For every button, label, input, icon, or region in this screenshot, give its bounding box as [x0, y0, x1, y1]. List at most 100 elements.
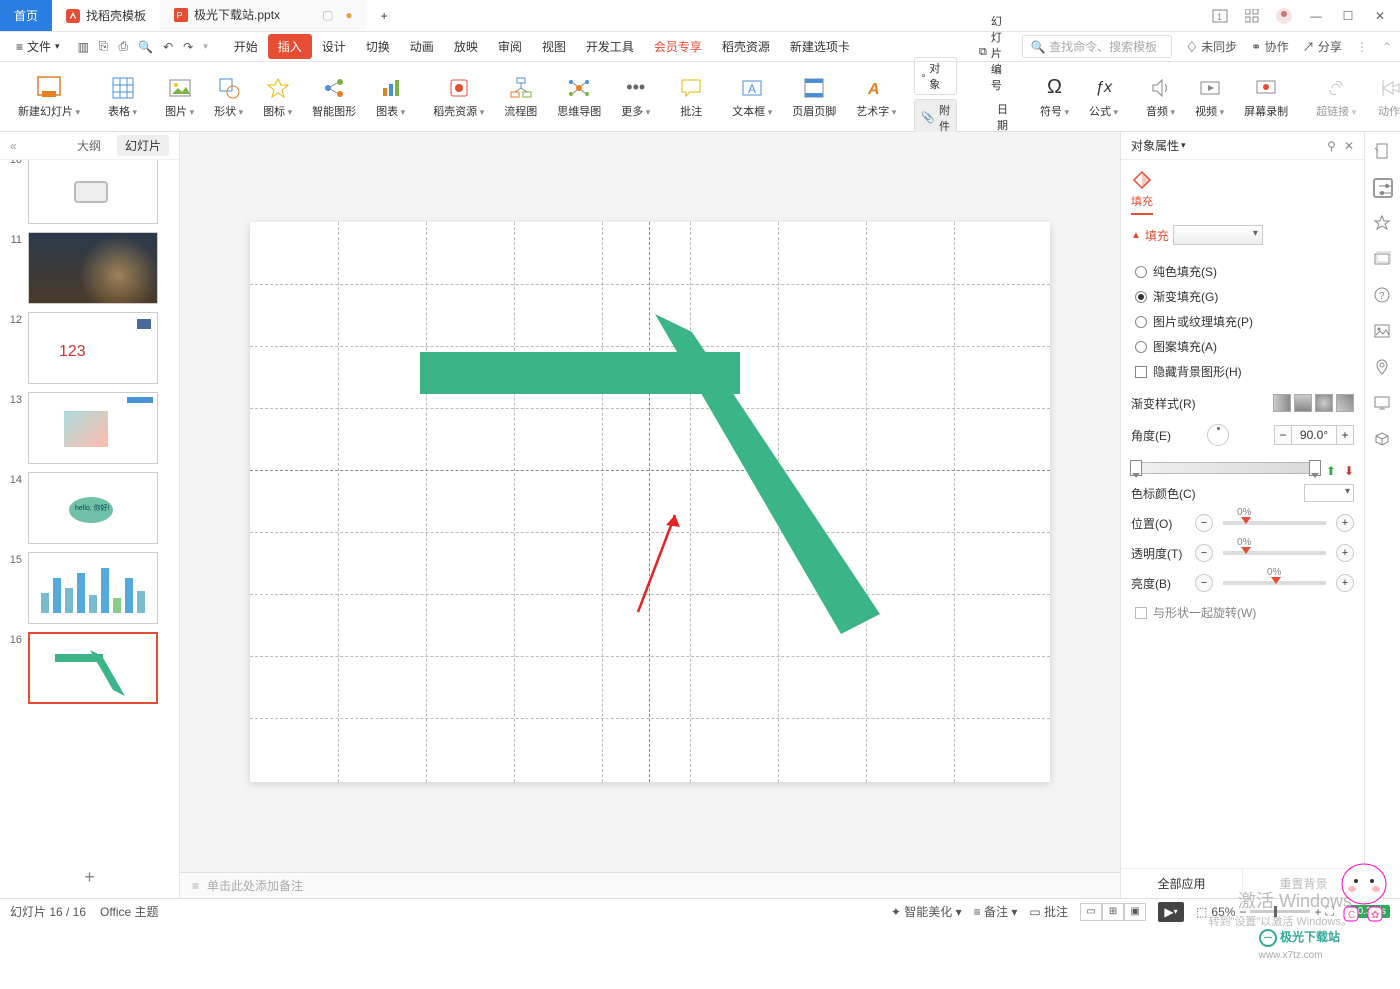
more-icon[interactable]: ⋮: [1356, 40, 1368, 54]
grad-radial[interactable]: [1315, 394, 1333, 412]
rib-action[interactable]: 动作: [1366, 66, 1400, 127]
layout-icon[interactable]: 1: [1210, 6, 1230, 26]
rail-properties-icon[interactable]: [1373, 178, 1393, 198]
thumbnail-list[interactable]: 10 11 12123 13 14hello, 你好! 15 16: [0, 160, 179, 857]
print-icon[interactable]: ⎙: [119, 39, 129, 54]
menu-tab-design[interactable]: 设计: [312, 34, 356, 59]
thumb-15[interactable]: 15: [6, 552, 179, 624]
gradient-style-swatches[interactable]: [1273, 394, 1354, 412]
rib-more[interactable]: •••更多: [611, 66, 660, 127]
view-reading[interactable]: ▣: [1124, 903, 1146, 921]
slides-tab[interactable]: 幻灯片: [117, 135, 169, 156]
redo-icon[interactable]: ↷: [183, 40, 193, 54]
notes-toggle[interactable]: ≡ 备注 ▾: [974, 903, 1018, 920]
tab-document[interactable]: P 极光下载站.pptx ▢ ●: [160, 0, 367, 31]
collapse-ribbon-icon[interactable]: ⌃: [1382, 40, 1392, 54]
rail-help-icon[interactable]: ?: [1373, 286, 1393, 306]
rail-image-icon[interactable]: [1373, 322, 1393, 342]
grad-stop-2[interactable]: [1309, 460, 1321, 476]
checkbox-hidebg[interactable]: 隐藏背景图形(H): [1131, 363, 1354, 380]
rail-3d-icon[interactable]: [1373, 430, 1393, 450]
save-as-icon[interactable]: ⎘: [99, 39, 109, 54]
menu-tab-animation[interactable]: 动画: [400, 34, 444, 59]
transparency-decrease[interactable]: −: [1195, 544, 1213, 562]
rib-shape[interactable]: 形状: [204, 66, 253, 127]
undo-icon[interactable]: ↶: [163, 40, 173, 54]
thumb-13[interactable]: 13: [6, 392, 179, 464]
rail-slide-icon[interactable]: [1373, 250, 1393, 270]
brightness-slider[interactable]: 0%: [1223, 581, 1326, 585]
zoom-slider[interactable]: [1250, 910, 1310, 913]
angle-dial[interactable]: [1207, 424, 1229, 446]
rib-symbol[interactable]: Ω符号: [1030, 66, 1079, 127]
thumb-10[interactable]: 10: [6, 160, 179, 224]
rib-attach[interactable]: 📎 附件: [914, 99, 957, 137]
rail-animation-icon[interactable]: [1373, 214, 1393, 234]
minimize-button[interactable]: —: [1306, 6, 1326, 26]
transparency-slider[interactable]: 0%: [1223, 551, 1326, 555]
maximize-button[interactable]: ☐: [1338, 6, 1358, 26]
view-normal[interactable]: ▭: [1080, 903, 1102, 921]
rib-wordart[interactable]: A艺术字: [846, 66, 906, 127]
close-button[interactable]: ✕: [1370, 6, 1390, 26]
pin-icon[interactable]: ⚲: [1327, 139, 1336, 153]
stopcolor-swatch[interactable]: [1304, 484, 1354, 502]
rib-slidenum[interactable]: ⧉ 幻灯片编号: [973, 11, 1014, 95]
rail-template-icon[interactable]: [1373, 142, 1393, 162]
rail-location-icon[interactable]: [1373, 358, 1393, 378]
rib-audio[interactable]: 音频: [1136, 66, 1185, 127]
rib-chart[interactable]: 图表: [366, 66, 415, 127]
radio-solid[interactable]: 纯色填充(S): [1131, 263, 1354, 280]
fill-tab-label[interactable]: 填充: [1131, 193, 1153, 215]
rib-icon[interactable]: 图标: [253, 66, 302, 127]
grad-linear-h[interactable]: [1273, 394, 1291, 412]
grad-rect[interactable]: [1336, 394, 1354, 412]
menu-tab-member[interactable]: 会员专享: [644, 34, 712, 59]
menu-tab-transition[interactable]: 切换: [356, 34, 400, 59]
comments-toggle[interactable]: ▭ 批注: [1029, 903, 1068, 920]
tab-menu-icon[interactable]: ▢: [322, 8, 333, 22]
sync-status[interactable]: ♢ 未同步: [1186, 38, 1237, 55]
rib-formula[interactable]: ƒx公式: [1079, 66, 1128, 127]
angle-value[interactable]: 90.0°: [1292, 425, 1336, 445]
menu-tab-review[interactable]: 审阅: [488, 34, 532, 59]
rib-flow[interactable]: 流程图: [494, 66, 547, 127]
slide[interactable]: [250, 222, 1050, 782]
command-search[interactable]: 🔍 查找命令、搜索模板: [1022, 35, 1172, 58]
gradient-bar[interactable]: [1131, 462, 1320, 474]
angle-decrease[interactable]: −: [1274, 425, 1292, 445]
menu-tab-slideshow[interactable]: 放映: [444, 34, 488, 59]
rib-comment[interactable]: 批注: [668, 66, 714, 127]
brightness-increase[interactable]: +: [1336, 574, 1354, 592]
menu-tab-start[interactable]: 开始: [224, 34, 268, 59]
angle-increase[interactable]: +: [1336, 425, 1354, 445]
menu-tab-custom[interactable]: 新建选项卡: [780, 34, 860, 59]
coop-button[interactable]: ⚭ 协作: [1251, 38, 1288, 55]
file-menu[interactable]: ≡ 文件 ▾: [8, 38, 68, 55]
slide-canvas[interactable]: [180, 132, 1120, 872]
fill-tab-icon[interactable]: [1131, 170, 1153, 193]
tab-template[interactable]: 找稻壳模板: [52, 0, 160, 31]
position-increase[interactable]: +: [1336, 514, 1354, 532]
close-props-icon[interactable]: ✕: [1344, 139, 1354, 153]
avatar-icon[interactable]: [1274, 6, 1294, 26]
checkbox-rotate[interactable]: 与形状一起旋转(W): [1131, 604, 1354, 621]
radio-gradient[interactable]: 渐变填充(G): [1131, 288, 1354, 305]
position-decrease[interactable]: −: [1195, 514, 1213, 532]
rib-image[interactable]: 图片: [155, 66, 204, 127]
save-icon[interactable]: ▥: [78, 40, 89, 54]
thumb-11[interactable]: 11: [6, 232, 179, 304]
rib-mindmap[interactable]: 思维导图: [547, 66, 611, 127]
notes-bar[interactable]: ≡ 单击此处添加备注: [180, 872, 1120, 898]
menu-tab-view[interactable]: 视图: [532, 34, 576, 59]
view-sorter[interactable]: ⊞: [1102, 903, 1124, 921]
transparency-increase[interactable]: +: [1336, 544, 1354, 562]
preview-icon[interactable]: 🔍: [138, 40, 153, 54]
tab-home[interactable]: 首页: [0, 0, 52, 31]
rail-present-icon[interactable]: [1373, 394, 1393, 414]
position-slider[interactable]: 0%: [1223, 521, 1326, 525]
new-tab-button[interactable]: +: [367, 0, 402, 31]
remove-stop-icon[interactable]: ⬇: [1344, 464, 1354, 478]
slideshow-button[interactable]: ▶ ▾: [1158, 902, 1184, 922]
rib-table[interactable]: 表格: [98, 66, 147, 127]
